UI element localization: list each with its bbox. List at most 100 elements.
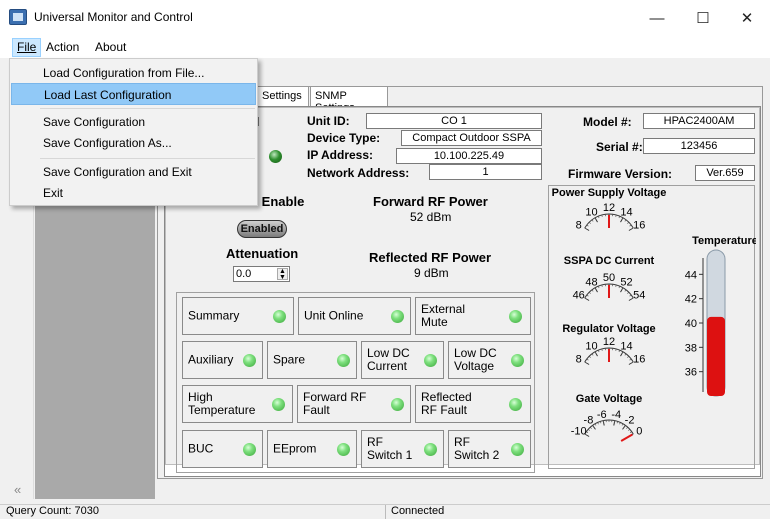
gauge-minor-tick: [597, 422, 599, 425]
alarm-low-dc-current: Low DC Current: [361, 341, 444, 379]
gauge-tick-label: 16: [633, 220, 645, 232]
menu-item-load-from-file[interactable]: Load Configuration from File...: [11, 62, 256, 84]
alarm-led: [243, 443, 256, 456]
gauge-minor-tick: [597, 285, 600, 289]
serial-field[interactable]: 123456: [643, 138, 755, 154]
alarm-led: [509, 398, 522, 411]
network-address-field[interactable]: 1: [429, 164, 542, 180]
temperature-title: Temperature: [692, 235, 756, 247]
gauge-minor-tick: [624, 219, 627, 222]
alarm-led: [511, 354, 524, 367]
alarm-led: [391, 310, 404, 323]
alarm-led: [511, 443, 524, 456]
menu-separator: [40, 158, 255, 159]
menu-file[interactable]: File: [12, 38, 42, 57]
alarm-buc: BUC: [182, 430, 263, 468]
reflected-rf-label: Reflected RF Power: [369, 250, 492, 265]
gauge-minor-tick: [591, 289, 594, 292]
alarm-led: [337, 354, 350, 367]
gauge-minor-tick: [626, 426, 628, 429]
gauge-tick-label: 8: [576, 354, 582, 366]
close-button[interactable]: ✕: [724, 0, 770, 36]
model-label: Model #:: [583, 115, 632, 129]
gauge-minor-tick: [584, 361, 587, 364]
gauge-tick-label: 50: [603, 272, 615, 284]
gauge-minor-tick: [586, 294, 589, 297]
gauge-minor-tick: [629, 431, 632, 434]
gauge-tick-label: 16: [633, 354, 645, 366]
gauge-tick-label: 12: [603, 336, 615, 348]
thermometer-tick-label: 42: [685, 294, 697, 306]
gauge-tick-label: 10: [585, 207, 597, 219]
gauge-minor-tick: [601, 214, 603, 217]
gauge-minor-tick: [615, 214, 617, 217]
thermometer-tick-label: 40: [685, 318, 697, 330]
gauge-minor-tick: [627, 291, 630, 294]
menu-item-exit[interactable]: Exit: [11, 182, 256, 204]
menu-separator: [40, 108, 255, 109]
gauge-tick-label: 46: [573, 290, 585, 302]
maximize-button[interactable]: ☐: [680, 0, 726, 36]
thermometer-fill: [707, 316, 725, 396]
reflected-rf-value: 9 dBm: [414, 266, 449, 280]
app-icon: [9, 9, 27, 25]
tab-snmp-settings[interactable]: SNMP Settings: [310, 86, 388, 114]
attenuation-label: Attenuation: [226, 246, 299, 261]
gauge-tick-label: 12: [603, 202, 615, 214]
gauge-minor-tick: [587, 429, 590, 431]
attenuation-input[interactable]: 0.0 ▲ ▼: [233, 266, 290, 282]
alarm-high-temperature: High Temperature: [182, 385, 293, 423]
gauge-minor-tick: [586, 224, 589, 227]
attenuation-spinner-icon[interactable]: ▲ ▼: [277, 268, 288, 281]
alarm-eeprom: EEprom: [267, 430, 357, 468]
device-type-label: Device Type:: [307, 131, 381, 145]
gauge-minor-tick: [590, 426, 592, 429]
gauge-minor-tick: [619, 422, 621, 425]
alarm-led: [391, 398, 404, 411]
firmware-field[interactable]: Ver.659: [695, 165, 755, 181]
status-led: [269, 150, 282, 163]
gauge-minor-tick: [621, 423, 624, 426]
forward-rf-label: Forward RF Power: [373, 194, 488, 209]
gauge-tick-label: 54: [633, 290, 645, 302]
file-menu-dropdown: Load Configuration from File... Load Las…: [9, 58, 258, 206]
gauge-minor-tick: [628, 429, 631, 431]
gauge-minor-tick: [588, 221, 591, 224]
alarm-led: [272, 398, 285, 411]
alarm-led: [243, 354, 256, 367]
gauge-minor-tick: [594, 423, 597, 426]
gauge-tick-label: 14: [620, 341, 632, 353]
menu-item-save[interactable]: Save Configuration: [11, 111, 256, 133]
gauge-title: Regulator Voltage: [562, 323, 655, 335]
gauge-needle: [620, 433, 633, 442]
menu-item-save-exit[interactable]: Save Configuration and Exit: [11, 161, 256, 183]
tab-settings[interactable]: Settings: [257, 86, 309, 106]
gauge-minor-tick: [597, 349, 600, 353]
gauge-minor-tick: [629, 224, 632, 227]
menu-about[interactable]: About: [95, 40, 126, 54]
alarm-led: [424, 354, 437, 367]
alarm-led: [337, 443, 350, 456]
alarm-led: [424, 443, 437, 456]
gauge-tick-label: -10: [571, 426, 587, 438]
gauge-tick-label: 0: [636, 426, 642, 438]
thermometer-tick-label: 38: [685, 342, 697, 354]
device-type-field[interactable]: Compact Outdoor SSPA: [401, 130, 542, 146]
gauge-tick-label: 48: [585, 277, 597, 289]
menu-action[interactable]: Action: [46, 40, 79, 54]
gauge-tick-label: 14: [620, 207, 632, 219]
alarm-indicators: Summary Unit Online External Mute Auxili…: [176, 292, 535, 473]
ip-address-field[interactable]: 10.100.225.49: [396, 148, 542, 164]
collapse-icon[interactable]: «: [14, 482, 21, 497]
menu-item-load-last[interactable]: Load Last Configuration: [11, 83, 256, 105]
unit-id-field[interactable]: CO 1: [366, 113, 542, 129]
rf-enabled-toggle[interactable]: Enabled: [237, 220, 287, 238]
model-field[interactable]: HPAC2400AM: [643, 113, 755, 129]
unit-id-label: Unit ID:: [307, 114, 350, 128]
gauge-tick-label: -4: [611, 409, 621, 421]
gauge-tick-label: -6: [597, 409, 607, 421]
forward-rf-value: 52 dBm: [410, 210, 452, 224]
menu-item-save-as[interactable]: Save Configuration As...: [11, 132, 256, 154]
minimize-button[interactable]: —: [634, 0, 680, 36]
gauge-minor-tick: [584, 227, 587, 230]
